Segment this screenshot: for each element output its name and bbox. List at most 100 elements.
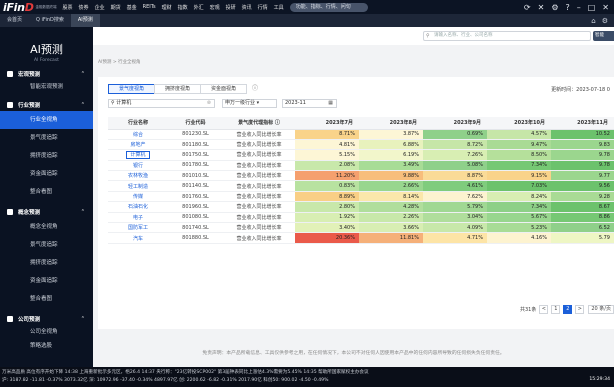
help-icon[interactable]: ?: [565, 3, 569, 12]
table-row[interactable]: 房地产 801180.SL 营业收入同比增长率 4.81% 6.88% 8.72% 9.47…: [108, 139, 614, 151]
tab-crowding-view[interactable]: 拥挤度视角: [154, 84, 201, 94]
sidebar-group[interactable]: 行业预测 ⌃: [0, 98, 93, 111]
industry-level-select[interactable]: 申万一级行业 ▾: [222, 99, 277, 108]
top-menu-item[interactable]: 基金: [127, 4, 137, 11]
app-logo[interactable]: iFinD: [3, 1, 34, 14]
gear-icon[interactable]: ⚙: [602, 17, 608, 25]
top-menu-item[interactable]: 指数: [178, 4, 188, 11]
industry-name-link[interactable]: 农林牧渔: [108, 170, 168, 182]
tab-search[interactable]: Q iFinD搜索: [29, 14, 71, 27]
minimize-icon[interactable]: –: [577, 3, 581, 12]
top-menu-item[interactable]: 外汇: [194, 4, 204, 11]
tab-home[interactable]: 会首页: [0, 14, 29, 27]
tab-prosperity-view[interactable]: 景气度视角: [108, 84, 155, 94]
industry-name-link[interactable]: 房地产: [108, 139, 168, 151]
maximize-icon[interactable]: □: [588, 3, 596, 12]
sidebar-item[interactable]: 公司全视角: [0, 325, 93, 339]
sidebar-item[interactable]: 拥挤度追踪: [0, 254, 93, 272]
table-row[interactable]: 轻工制造 801140.SL 营业收入同比增长率 0.83% 2.66% 4.61% 7.0…: [108, 180, 614, 192]
column-header[interactable]: 2023年10月: [487, 117, 551, 130]
table-row[interactable]: 银行 801780.SL 营业收入同比增长率 2.08% 3.49% 5.08% 7.34%…: [108, 160, 614, 172]
chevron-up-icon: ⌃: [80, 70, 85, 77]
disclaimer: 免责声明：本产品所载信息、工具仅供参考之用，在任何情况下，本公司不对任何人因使用…: [202, 351, 505, 356]
top-menu-item[interactable]: 行情: [258, 4, 268, 11]
table-row[interactable]: 农林牧渔 801010.SL 营业收入同比增长率 11.20% 9.88% 8.87% 9.…: [108, 170, 614, 182]
top-menu-item[interactable]: 宏观: [210, 4, 220, 11]
table-row[interactable]: 综合 801230.SL 营业收入同比增长率 8.71% 3.87% 0.69% 4.57%…: [108, 129, 614, 140]
top-menu-item[interactable]: 资讯: [242, 4, 252, 11]
help-circle-icon[interactable]: ⓘ: [252, 84, 258, 94]
sidebar-item[interactable]: 智能宏观预测: [0, 80, 93, 94]
table-row[interactable]: 计算机 801750.SL 营业收入同比增长率 5.15% 6.19% 7.26% 8.50…: [108, 149, 614, 161]
sidebar-group[interactable]: 概念预测 ⌃: [0, 205, 93, 218]
industry-code: 801080.SL: [168, 212, 223, 224]
industry-name-link[interactable]: 计算机: [108, 149, 168, 161]
prev-page-button[interactable]: <: [539, 305, 549, 314]
column-header[interactable]: 2023年9月: [423, 117, 487, 130]
top-menu-item[interactable]: 工具: [274, 4, 284, 11]
sidebar-item[interactable]: 策略选股: [0, 339, 93, 353]
industry-name-link[interactable]: 传媒: [108, 191, 168, 203]
main-content: ⚲ 请输入名称、行业、公司名称 智能 AI预测 > 行业全视角 景气度视角 拥挤…: [93, 27, 614, 367]
sidebar-item[interactable]: 景气度追踪: [0, 236, 93, 254]
next-page-button[interactable]: >: [575, 305, 585, 314]
growth-value-cell: 2.66%: [359, 180, 423, 192]
column-header[interactable]: 2023年11月: [551, 117, 614, 130]
top-menu-item[interactable]: 期货: [111, 4, 121, 11]
industry-name-link[interactable]: 电子: [108, 212, 168, 224]
top-menu-item[interactable]: 股票: [63, 4, 73, 11]
sidebar-item[interactable]: 拥挤度追踪: [0, 147, 93, 165]
table-row[interactable]: 国防军工 801740.SL 营业收入同比增长率 3.40% 3.66% 4.09% 5.2…: [108, 222, 614, 234]
industry-name-link[interactable]: 银行: [108, 160, 168, 172]
industry-name-link[interactable]: 国防军工: [108, 222, 168, 234]
industry-name-link[interactable]: 石油石化: [108, 201, 168, 213]
tab-capital-view[interactable]: 资金面视角: [200, 84, 247, 94]
sidebar-item[interactable]: 整合看图: [0, 290, 93, 308]
refresh-icon[interactable]: ⟳: [524, 3, 531, 12]
top-menu-item[interactable]: 投研: [226, 4, 236, 11]
growth-value-cell: 8.71%: [295, 129, 359, 140]
news-ticker[interactable]: 万米高品质 高位有序开始下降 14:38 上海重新批示多元区，梧26.4 14:…: [2, 369, 369, 375]
sidebar-item[interactable]: 整合看图: [0, 183, 93, 201]
industry-search-input[interactable]: ⚲ 计算机 ⊗: [108, 99, 215, 108]
sidebar-group-label: 概念预测: [18, 209, 41, 216]
table-row[interactable]: 石油石化 801960.SL 营业收入同比增长率 2.80% 4.28% 5.79% 7.3…: [108, 201, 614, 213]
smart-button[interactable]: 智能: [593, 31, 614, 41]
sidebar-group[interactable]: 公司预测 ⌃: [0, 312, 93, 325]
table-row[interactable]: 汽车 801880.SL 营业收入同比增长率 20.36% 11.81% 4.71% 4.1…: [108, 232, 614, 244]
top-menu-item[interactable]: 企业: [95, 4, 105, 11]
tab-ai-forecast[interactable]: AI预测: [70, 14, 100, 27]
sidebar-group[interactable]: 宏观预测 ⌃: [0, 67, 93, 80]
industry-name-link[interactable]: 轻工制造: [108, 180, 168, 192]
growth-value-cell: 6.88%: [359, 139, 423, 151]
top-menu: 股票 债券 企业 期货 基金 REITs 理财 指数 外汇 宏观 投研 资讯 行情 工具: [63, 4, 284, 11]
column-header[interactable]: 2023年7月: [295, 117, 359, 130]
clear-icon[interactable]: ⊗: [207, 100, 211, 107]
sidebar-item[interactable]: 概念全视角: [0, 218, 93, 236]
close-icon[interactable]: ✕: [538, 3, 545, 12]
page-2-button[interactable]: 2: [563, 305, 573, 314]
table-row[interactable]: 传媒 801760.SL 营业收入同比增长率 8.89% 8.14% 7.62% 8.24%…: [108, 191, 614, 203]
column-header[interactable]: 2023年8月: [359, 117, 423, 130]
top-menu-item[interactable]: 理财: [162, 4, 172, 11]
table-row[interactable]: 电子 801080.SL 营业收入同比增长率 1.92% 2.26% 3.04% 5.67%…: [108, 212, 614, 224]
window-controls: ⟳ ✕ ⚙ ? – □ ✕: [524, 3, 609, 12]
top-menu-item[interactable]: REITs: [143, 4, 156, 11]
sidebar-item[interactable]: 行业全视角: [0, 111, 93, 129]
search-input[interactable]: ⚲ 请输入名称、行业、公司名称: [423, 31, 591, 41]
home-icon[interactable]: ⌂: [591, 17, 595, 25]
growth-value-cell: 5.08%: [423, 160, 487, 172]
sidebar-item[interactable]: 景气度追踪: [0, 129, 93, 147]
top-search-input[interactable]: 功能、指标、行情、问句: [289, 2, 368, 12]
industry-name-link[interactable]: 汽车: [108, 232, 168, 244]
industry-name-link[interactable]: 综合: [108, 129, 168, 140]
settings-icon[interactable]: ⚙: [551, 3, 558, 12]
page-size-select[interactable]: 20 条/页: [588, 305, 614, 314]
window-close-icon[interactable]: ✕: [602, 3, 609, 12]
date-picker[interactable]: 2023-11 ▦: [282, 99, 337, 108]
quote-ticker[interactable]: 沪: 3187.82 -11.81 -0.37% 3073.32亿 深: 109…: [2, 377, 328, 383]
page-1-button[interactable]: 1: [551, 305, 561, 314]
sidebar-item[interactable]: 资金面追踪: [0, 272, 93, 290]
sidebar-item[interactable]: 资金面追踪: [0, 165, 93, 183]
top-menu-item[interactable]: 债券: [79, 4, 89, 11]
